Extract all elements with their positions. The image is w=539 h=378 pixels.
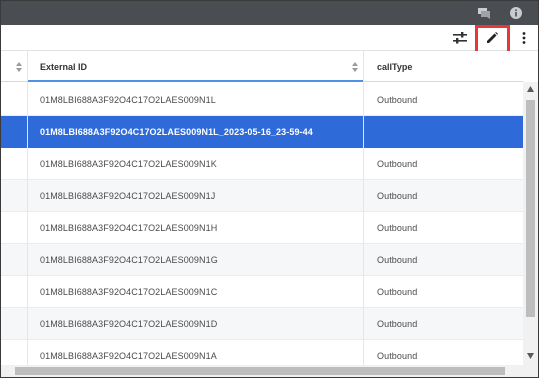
sort-icon[interactable] bbox=[352, 62, 358, 72]
info-icon[interactable] bbox=[509, 6, 523, 20]
external-id-cell[interactable]: 01M8LBI688A3F92O4C17O2LAES009N1C bbox=[40, 276, 217, 307]
calltype-cell[interactable]: Outbound bbox=[377, 212, 417, 243]
column-divider bbox=[363, 51, 364, 365]
scroll-up-icon[interactable] bbox=[526, 85, 535, 93]
table-row[interactable]: 01M8LBI688A3F92O4C17O2LAES009N1D Outbound bbox=[1, 308, 523, 340]
top-bar bbox=[1, 1, 538, 25]
table-row[interactable]: 01M8LBI688A3F92O4C17O2LAES009N1G Outbound bbox=[1, 244, 523, 276]
scroll-down-icon[interactable] bbox=[526, 352, 535, 360]
calltype-cell[interactable]: Outbound bbox=[377, 244, 417, 275]
table-row[interactable]: 01M8LBI688A3F92O4C17O2LAES009N1L Outbound bbox=[1, 84, 523, 116]
table-row[interactable]: 01M8LBI688A3F92O4C17O2LAES009N1J Outbound bbox=[1, 180, 523, 212]
external-id-cell[interactable]: 01M8LBI688A3F92O4C17O2LAES009N1L_2023-05… bbox=[40, 116, 313, 147]
column-header-external-id[interactable]: External ID bbox=[40, 51, 87, 82]
column-divider bbox=[27, 51, 28, 365]
vertical-scrollbar[interactable] bbox=[523, 82, 538, 365]
table-row-selected[interactable]: 01M8LBI688A3F92O4C17O2LAES009N1L_2023-05… bbox=[1, 116, 523, 148]
table-row[interactable]: 01M8LBI688A3F92O4C17O2LAES009N1K Outbound bbox=[1, 148, 523, 180]
data-grid: External ID callType 01M8LBI688A3F92O4C1… bbox=[1, 51, 523, 365]
external-id-cell[interactable]: 01M8LBI688A3F92O4C17O2LAES009N1K bbox=[40, 148, 217, 179]
horizontal-scrollbar[interactable] bbox=[1, 365, 538, 377]
table-row[interactable]: 01M8LBI688A3F92O4C17O2LAES009N1A Outbound bbox=[1, 340, 523, 365]
table-row[interactable]: 01M8LBI688A3F92O4C17O2LAES009N1H Outbound bbox=[1, 212, 523, 244]
horizontal-scroll-thumb[interactable] bbox=[15, 367, 505, 375]
external-id-cell[interactable]: 01M8LBI688A3F92O4C17O2LAES009N1A bbox=[40, 340, 217, 365]
external-id-cell[interactable]: 01M8LBI688A3F92O4C17O2LAES009N1L bbox=[40, 84, 216, 115]
external-id-cell[interactable]: 01M8LBI688A3F92O4C17O2LAES009N1G bbox=[40, 244, 218, 275]
more-vertical-icon[interactable] bbox=[511, 26, 537, 50]
calltype-cell[interactable]: Outbound bbox=[377, 340, 417, 365]
calltype-cell[interactable]: Outbound bbox=[377, 276, 417, 307]
vertical-scroll-thumb[interactable] bbox=[526, 100, 535, 317]
calltype-cell[interactable]: Outbound bbox=[377, 180, 417, 211]
calltype-cell[interactable]: Outbound bbox=[377, 308, 417, 339]
external-id-cell[interactable]: 01M8LBI688A3F92O4C17O2LAES009N1D bbox=[40, 308, 217, 339]
table-row[interactable]: 01M8LBI688A3F92O4C17O2LAES009N1C Outbound bbox=[1, 276, 523, 308]
calltype-cell[interactable]: Outbound bbox=[377, 148, 417, 179]
chat-icon[interactable] bbox=[477, 6, 491, 20]
highlight-box bbox=[475, 25, 510, 54]
calltype-cell[interactable]: Outbound bbox=[377, 84, 417, 115]
column-settings-icon[interactable] bbox=[447, 26, 473, 50]
external-id-cell[interactable]: 01M8LBI688A3F92O4C17O2LAES009N1J bbox=[40, 180, 215, 211]
grid-header: External ID callType bbox=[1, 51, 523, 82]
active-column-underline bbox=[28, 80, 363, 82]
grid-toolbar bbox=[1, 25, 538, 51]
sort-icon[interactable] bbox=[16, 62, 22, 72]
column-header-calltype[interactable]: callType bbox=[377, 51, 412, 82]
external-id-cell[interactable]: 01M8LBI688A3F92O4C17O2LAES009N1H bbox=[40, 212, 217, 243]
app-window: External ID callType 01M8LBI688A3F92O4C1… bbox=[0, 0, 539, 378]
